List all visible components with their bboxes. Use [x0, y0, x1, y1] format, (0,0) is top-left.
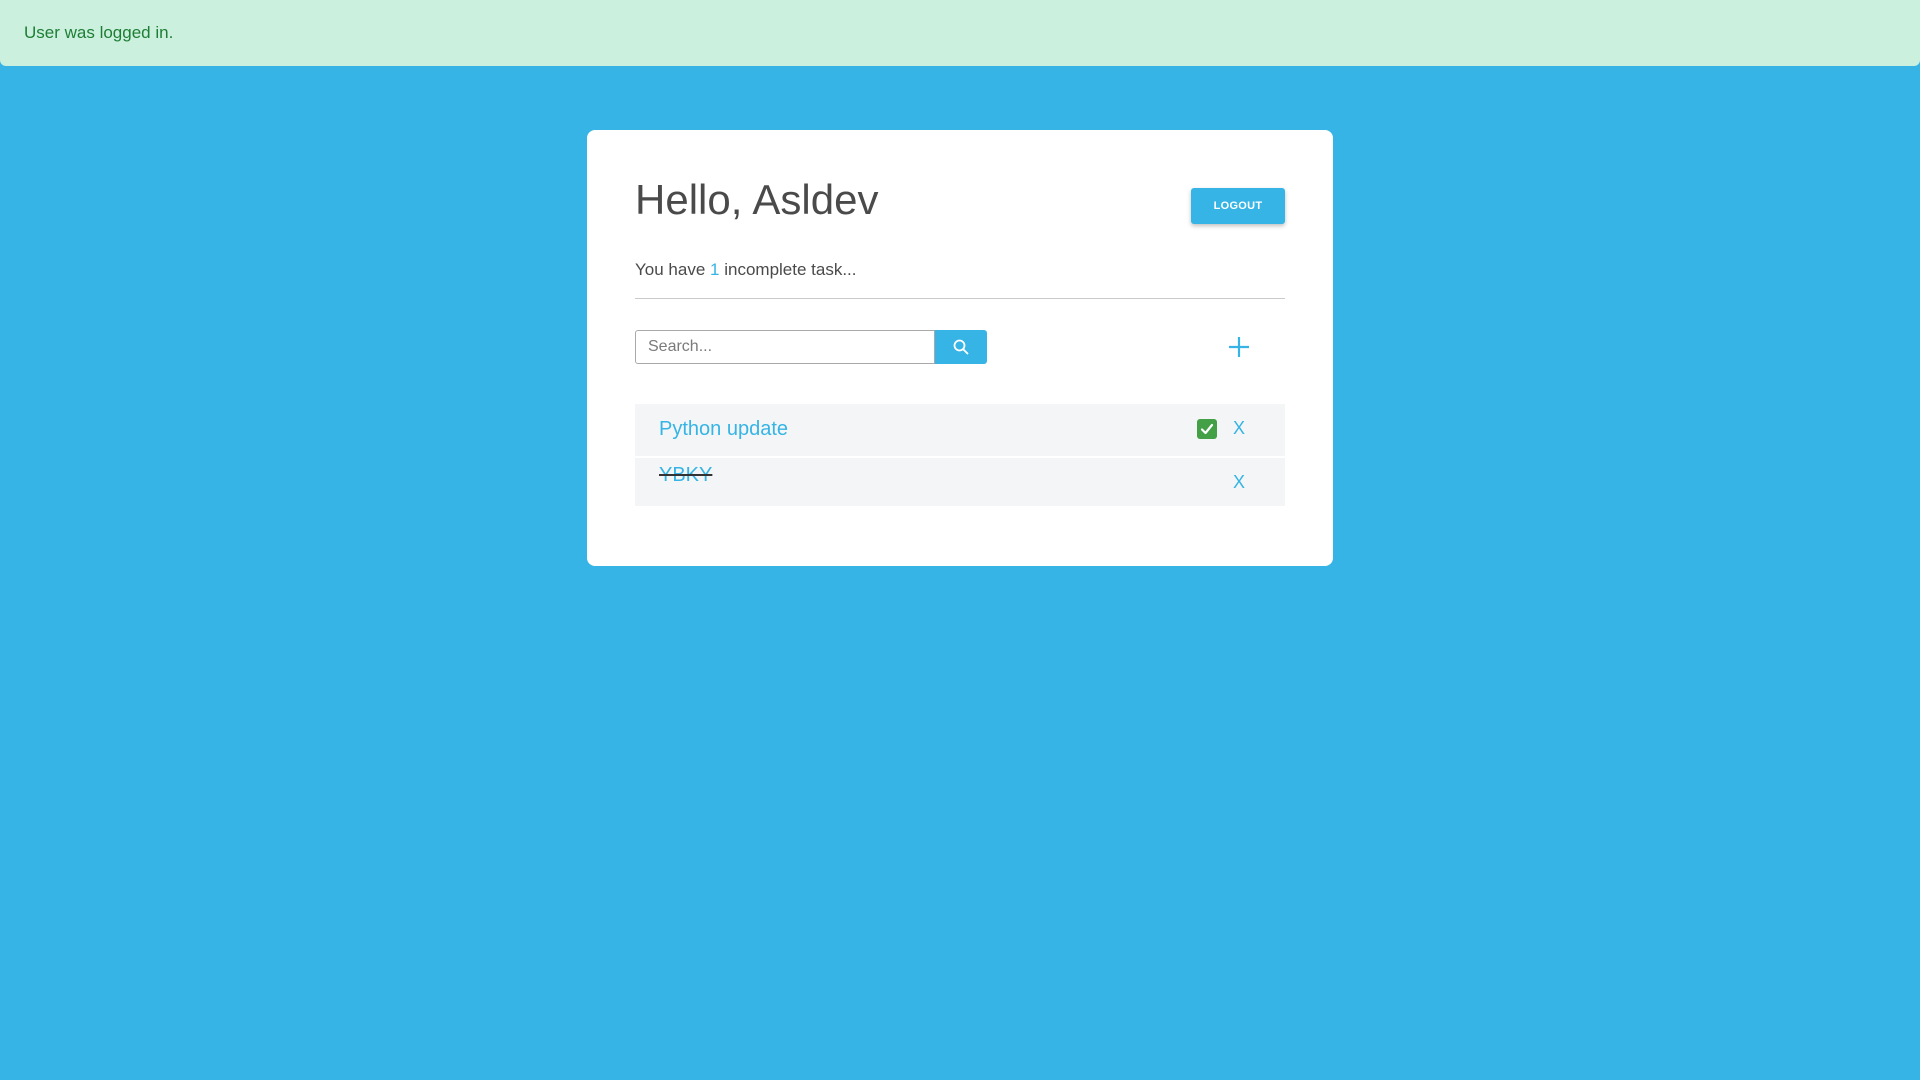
alert-message: User was logged in. [24, 23, 174, 42]
divider [635, 298, 1285, 299]
username: Asldev [752, 176, 879, 223]
search-input[interactable] [635, 330, 935, 364]
search-icon [953, 339, 969, 355]
login-alert: User was logged in. [0, 0, 1920, 66]
add-task-button[interactable] [1223, 330, 1255, 364]
summary-suffix: incomplete task... [724, 260, 857, 279]
summary-prefix: You have [635, 260, 706, 279]
delete-task-button[interactable]: X [1233, 418, 1245, 439]
task-summary: You have 1 incomplete task... [635, 260, 857, 280]
delete-task-button[interactable]: X [1233, 472, 1245, 493]
task-item: YBKY X [635, 458, 1285, 506]
complete-check-icon[interactable] [1197, 419, 1217, 439]
incomplete-count: 1 [710, 260, 720, 279]
plus-icon [1229, 337, 1249, 357]
task-item: Python update X [635, 404, 1285, 456]
search-button[interactable] [935, 330, 987, 364]
card-header: Hello, Asldev LOGOUT [635, 174, 1285, 240]
task-title[interactable]: YBKY [659, 464, 712, 487]
logout-button[interactable]: LOGOUT [1191, 188, 1285, 224]
greeting-text: Hello, [635, 176, 743, 223]
task-title[interactable]: Python update [659, 418, 788, 441]
greeting-heading: Hello, Asldev [635, 174, 878, 226]
search-bar [635, 330, 1285, 366]
task-list: Python update X YBKY X [635, 404, 1285, 506]
todo-card: Hello, Asldev LOGOUT You have 1 incomplet… [587, 130, 1333, 566]
